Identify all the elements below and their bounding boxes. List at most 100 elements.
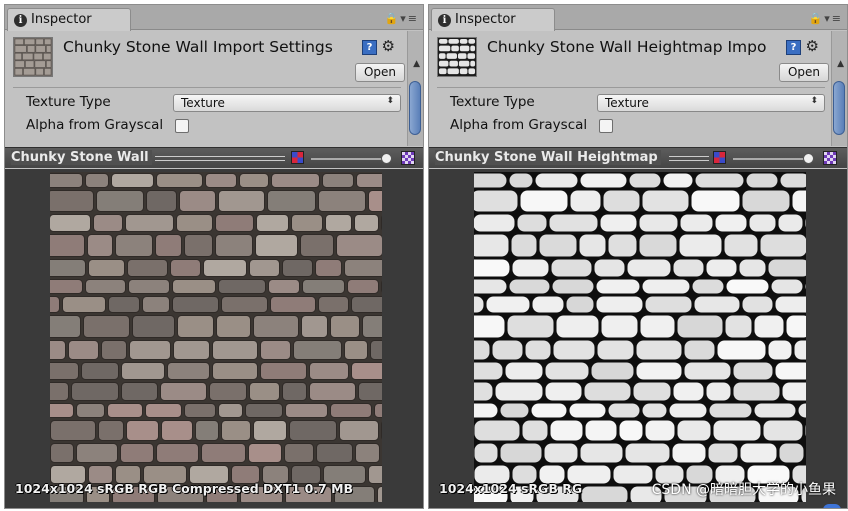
stone xyxy=(76,443,118,463)
stone xyxy=(344,340,368,360)
lock-icon[interactable]: 🔒 xyxy=(809,12,825,25)
stone xyxy=(218,279,266,294)
gear-icon[interactable]: ⚙ xyxy=(806,37,819,55)
stone xyxy=(645,420,675,441)
stone xyxy=(215,234,253,257)
scrollbar[interactable]: ▲ ▼ xyxy=(407,31,423,169)
stone xyxy=(291,214,323,232)
stone xyxy=(81,362,119,380)
stone xyxy=(717,340,766,360)
gear-icon[interactable]: ⚙ xyxy=(382,37,395,55)
stone xyxy=(344,259,382,277)
stone xyxy=(374,403,382,418)
alpha-from-grayscale-checkbox[interactable] xyxy=(175,119,189,133)
stone xyxy=(474,234,509,257)
preview-header: Chunky Stone Wall xyxy=(5,147,423,168)
stone xyxy=(249,382,280,401)
menu-icon[interactable]: ▾≡ xyxy=(824,12,843,25)
checker-icon[interactable] xyxy=(401,151,415,165)
texture-type-dropdown[interactable]: Texture ⬍ xyxy=(173,94,401,112)
stone xyxy=(511,234,537,257)
stone xyxy=(539,234,577,257)
stone xyxy=(474,259,510,277)
stone xyxy=(760,234,806,257)
stone xyxy=(282,259,313,277)
stone xyxy=(381,421,382,440)
stone xyxy=(625,443,670,463)
stone xyxy=(358,382,382,401)
stone xyxy=(85,279,126,294)
stone xyxy=(684,362,731,380)
open-button[interactable]: Open xyxy=(355,63,405,82)
stone xyxy=(368,465,382,484)
stone xyxy=(50,362,79,380)
stone xyxy=(354,214,379,232)
stone xyxy=(742,296,773,313)
mip-slider-knob[interactable] xyxy=(803,153,814,164)
stone xyxy=(146,190,177,212)
stone xyxy=(545,382,582,401)
stone xyxy=(673,259,704,277)
stone xyxy=(68,340,99,360)
watermark: CSDN @暗暗胆大学的小鱼果 xyxy=(651,482,836,498)
stone xyxy=(746,173,778,188)
stone xyxy=(581,486,628,502)
tab-inspector[interactable]: i Inspector xyxy=(7,8,131,31)
tab-bar: i Inspector 🔒▾≡ xyxy=(429,5,847,31)
stone xyxy=(763,420,803,441)
scroll-thumb[interactable] xyxy=(833,81,845,135)
stone xyxy=(724,234,758,257)
stone xyxy=(669,403,707,418)
mip-slider[interactable] xyxy=(311,158,391,160)
stone xyxy=(742,190,790,212)
tab-controls: 🔒▾≡ xyxy=(809,12,843,25)
stone xyxy=(549,214,598,232)
stone xyxy=(636,362,682,380)
help-icon[interactable]: ? xyxy=(362,40,377,55)
stone xyxy=(603,190,640,212)
lock-icon[interactable]: 🔒 xyxy=(385,12,401,25)
mip-icon[interactable] xyxy=(713,151,726,164)
stone xyxy=(339,420,379,441)
mip-slider[interactable] xyxy=(733,158,813,160)
scroll-thumb[interactable] xyxy=(409,81,421,135)
stone xyxy=(679,234,722,257)
stone xyxy=(87,234,113,257)
info-icon: i xyxy=(438,14,451,27)
stone xyxy=(129,340,171,360)
alpha-from-grayscale-checkbox[interactable] xyxy=(599,119,613,133)
menu-icon[interactable]: ▾≡ xyxy=(400,12,419,25)
stone xyxy=(642,279,690,294)
stone xyxy=(691,190,740,212)
stone xyxy=(474,190,518,212)
corner-badge-icon xyxy=(823,504,841,508)
stone xyxy=(608,234,637,257)
stone xyxy=(474,382,493,401)
scroll-up-arrow-icon[interactable]: ▲ xyxy=(413,59,420,69)
stone xyxy=(128,279,170,294)
stone xyxy=(284,443,314,463)
stone xyxy=(347,279,379,294)
open-button[interactable]: Open xyxy=(779,63,829,82)
stone xyxy=(268,279,300,294)
texture-type-dropdown[interactable]: Texture ⬍ xyxy=(597,94,825,112)
stone xyxy=(580,173,627,188)
checker-icon[interactable] xyxy=(823,151,837,165)
stone xyxy=(325,214,352,232)
scrollbar[interactable]: ▲ ▼ xyxy=(831,31,847,169)
tab-inspector[interactable]: i Inspector xyxy=(431,8,555,31)
stone xyxy=(255,234,298,257)
stone xyxy=(780,173,806,188)
stone xyxy=(591,362,634,380)
stone xyxy=(62,296,106,313)
stone xyxy=(316,443,353,463)
mip-icon[interactable] xyxy=(291,151,304,164)
scroll-up-arrow-icon[interactable]: ▲ xyxy=(837,59,844,69)
help-icon[interactable]: ? xyxy=(786,40,801,55)
stone xyxy=(749,214,776,232)
stone xyxy=(98,420,124,441)
stone xyxy=(293,340,342,360)
mip-slider-knob[interactable] xyxy=(381,153,392,164)
stone xyxy=(680,214,713,232)
stone xyxy=(184,234,213,257)
